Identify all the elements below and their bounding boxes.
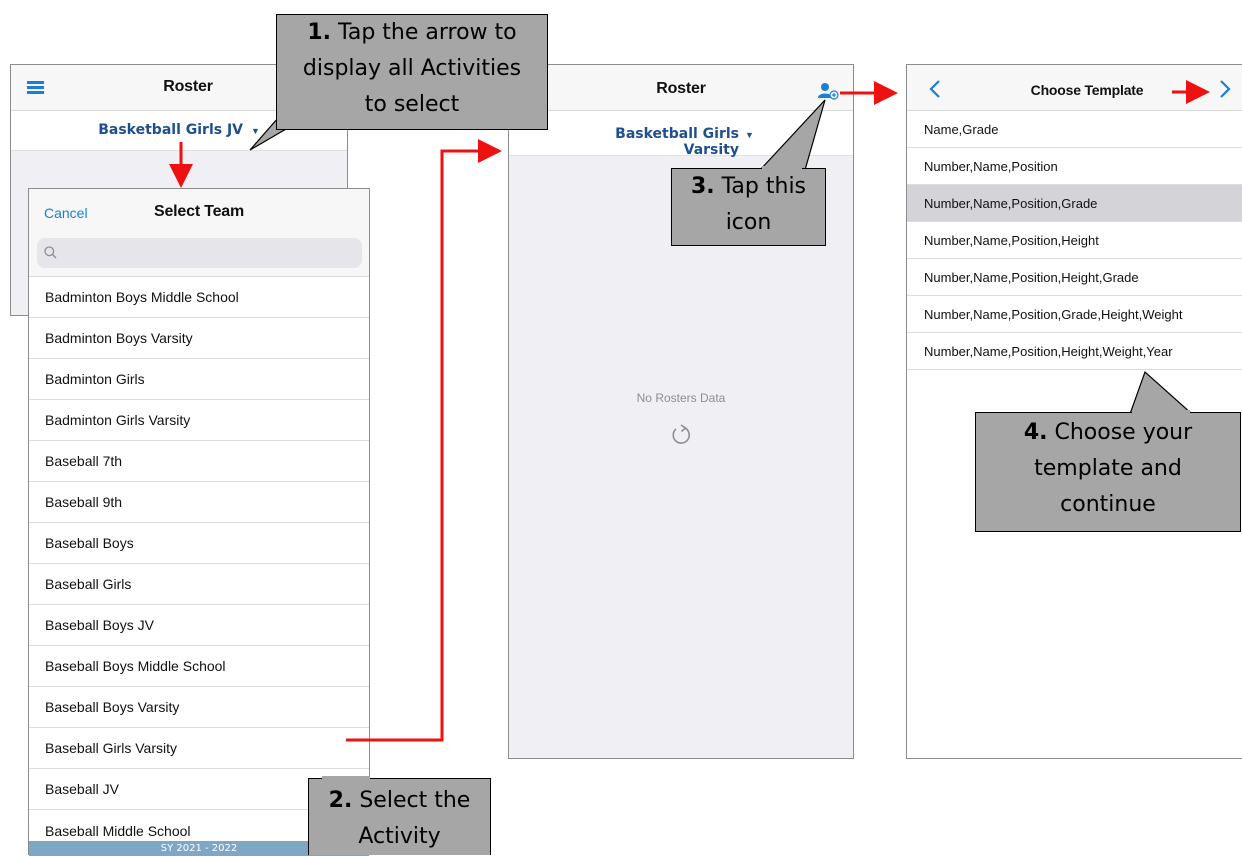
callout-2-pointer-shape bbox=[308, 779, 373, 808]
callout-2-number: 2. bbox=[328, 788, 353, 813]
callout-2-line2: Activity bbox=[358, 824, 441, 849]
callout-2: 2. Select the Activity bbox=[308, 778, 491, 855]
callout-2-line1: Select the bbox=[352, 788, 471, 813]
